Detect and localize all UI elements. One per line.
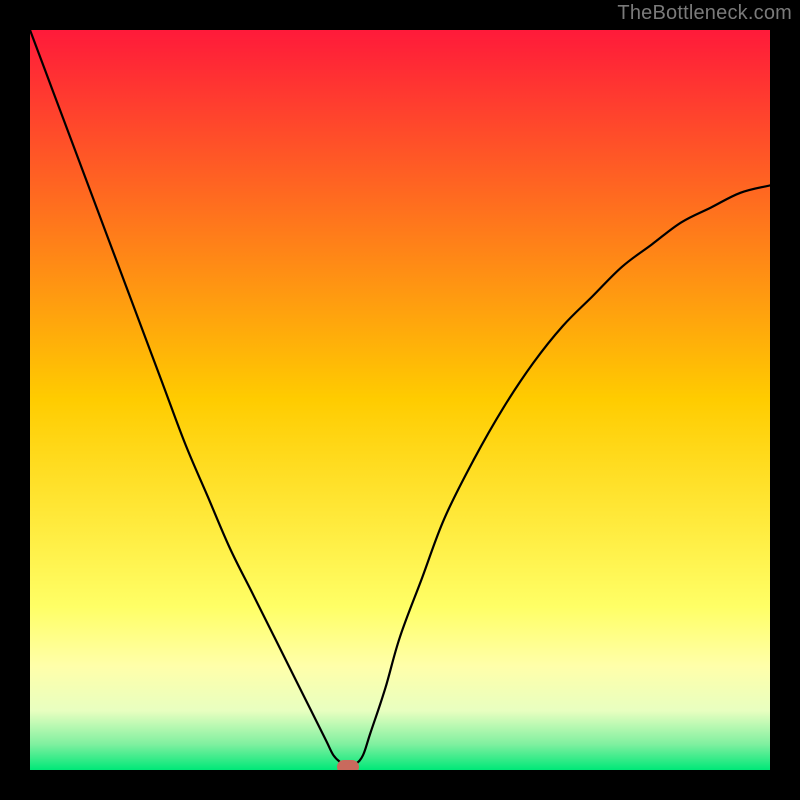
- plot-svg: [30, 30, 770, 770]
- plot-area: [30, 30, 770, 770]
- chart-root: TheBottleneck.com: [0, 0, 800, 800]
- optimal-point-marker: [337, 760, 359, 770]
- background-gradient: [30, 30, 770, 770]
- watermark-text: TheBottleneck.com: [617, 2, 792, 25]
